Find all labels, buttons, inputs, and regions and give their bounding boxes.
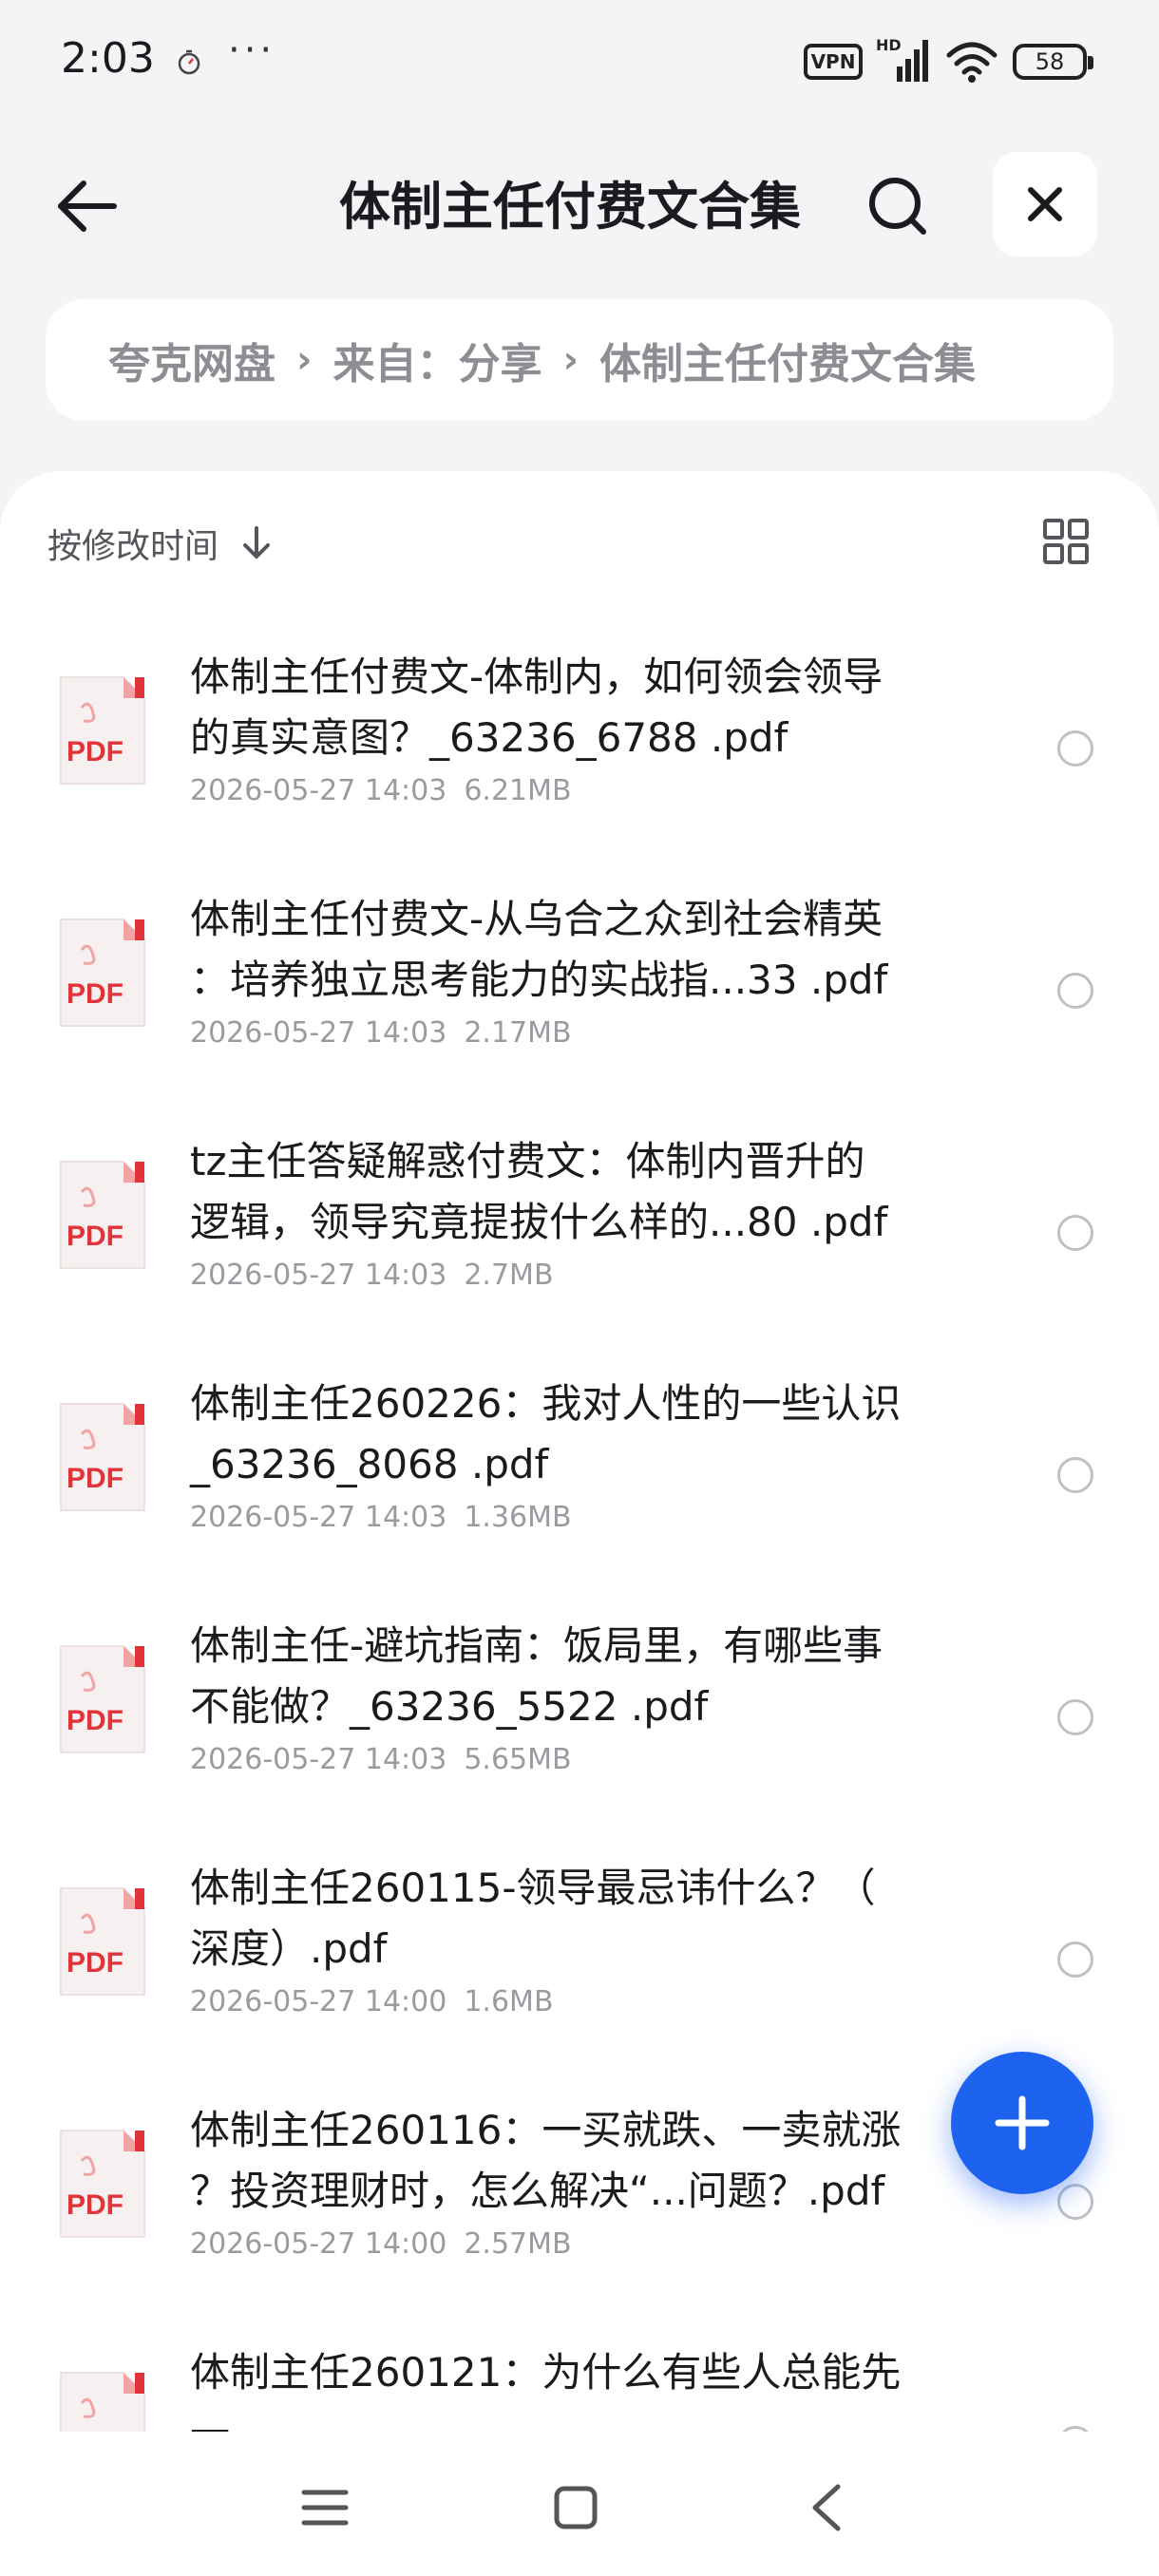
file-size: 5.65MB xyxy=(464,1743,572,1776)
signal-icon xyxy=(897,40,928,82)
pdf-label: PDF xyxy=(66,1947,124,1979)
file-name: 体制主任260226：我对人性的一些认识 _63236_8068 .pdf xyxy=(190,1380,902,1487)
breadcrumb-separator: › xyxy=(296,338,313,382)
page-title: 体制主任付费文合集 xyxy=(339,177,801,237)
file-size: 6.21MB xyxy=(464,774,572,807)
file-meta: 2026-05-27 14:00 2.57MB xyxy=(190,2227,572,2261)
back-button[interactable] xyxy=(44,163,129,249)
back-arrow-icon xyxy=(58,180,117,232)
file-meta: 2026-05-27 14:03 2.7MB xyxy=(190,1259,554,1292)
pdf-file-icon: PDF xyxy=(60,919,145,1027)
sort-button[interactable]: 按修改时间 xyxy=(48,519,274,568)
file-row[interactable]: PDF tz主任答疑解惑付费文：体制内晋升的 逻辑，领导究竟提拔什么样的...80… xyxy=(0,1112,1159,1354)
select-radio[interactable] xyxy=(1057,1457,1093,1493)
nav-menu-button[interactable] xyxy=(296,2479,353,2536)
pdf-file-icon: PDF xyxy=(60,1645,145,1753)
select-radio[interactable] xyxy=(1057,1941,1093,1978)
file-meta: 2026-05-27 14:03 6.21MB xyxy=(190,774,572,807)
file-meta: 2026-05-27 14:03 1.36MB xyxy=(190,1501,572,1534)
select-radio[interactable] xyxy=(1057,1699,1093,1735)
select-radio[interactable] xyxy=(1057,973,1093,1009)
battery-icon: 58 xyxy=(1013,44,1093,80)
nav-back-button[interactable] xyxy=(798,2479,855,2536)
system-nav-bar xyxy=(0,2432,1159,2576)
file-meta: 2026-05-27 14:03 5.65MB xyxy=(190,1743,572,1776)
home-square-icon xyxy=(554,2486,598,2529)
close-icon xyxy=(1028,187,1062,221)
file-size: 2.17MB xyxy=(464,1016,572,1050)
search-button[interactable] xyxy=(855,163,940,249)
more-notifications-icon: ··· xyxy=(228,28,276,72)
file-name: 体制主任付费文-从乌合之众到社会精英 ：培养独立思考能力的实战指...33 .p… xyxy=(190,896,888,1003)
breadcrumb-item-shared[interactable]: 来自：分享 xyxy=(332,330,542,390)
select-radio[interactable] xyxy=(1057,730,1093,767)
pdf-file-icon: PDF xyxy=(60,1161,145,1269)
file-date: 2026-05-27 14:03 xyxy=(190,774,447,807)
grid-view-icon[interactable] xyxy=(1041,517,1091,566)
file-date: 2026-05-27 14:00 xyxy=(190,1985,447,2018)
breadcrumb: 夸克网盘 › 来自：分享 › 体制主任付费文合集 xyxy=(46,299,1113,421)
file-date: 2026-05-27 14:03 xyxy=(190,1016,447,1050)
file-meta: 2026-05-27 14:03 2.17MB xyxy=(190,1016,572,1050)
file-name: 体制主任-避坑指南：饭局里，有哪些事 不能做？_63236_5522 .pdf xyxy=(190,1622,884,1730)
sort-label: 按修改时间 xyxy=(48,527,219,566)
timer-icon xyxy=(178,49,200,75)
file-meta: 2026-05-27 14:00 1.6MB xyxy=(190,1985,554,2018)
breadcrumb-item-root[interactable]: 夸克网盘 xyxy=(108,330,276,390)
select-radio[interactable] xyxy=(1057,2184,1093,2220)
file-date: 2026-05-27 14:00 xyxy=(190,2227,447,2261)
pdf-file-icon: PDF xyxy=(60,676,145,785)
file-row[interactable]: PDF 体制主任-避坑指南：饭局里，有哪些事 不能做？_63236_5522 .p… xyxy=(0,1597,1159,1839)
status-bar: 2:03 ··· VPN HD 58 xyxy=(0,0,1159,128)
pdf-label: PDF xyxy=(66,1463,124,1494)
pdf-file-icon: PDF xyxy=(60,1403,145,1511)
pdf-label: PDF xyxy=(66,2189,124,2221)
file-row[interactable]: PDF 体制主任付费文-体制内，如何领会领导 的真实意图？_63236_6788 … xyxy=(0,628,1159,870)
menu-icon xyxy=(301,2490,349,2526)
select-radio[interactable] xyxy=(1057,1215,1093,1251)
vpn-icon: VPN xyxy=(804,44,863,80)
status-time: 2:03 xyxy=(61,34,155,83)
breadcrumb-item-current: 体制主任付费文合集 xyxy=(598,340,976,388)
add-button[interactable] xyxy=(951,2052,1093,2194)
breadcrumb-separator: › xyxy=(562,338,579,382)
file-list: PDF 体制主任付费文-体制内，如何领会领导 的真实意图？_63236_6788 … xyxy=(0,628,1159,2566)
sort-down-arrow-icon xyxy=(243,526,271,559)
pdf-label: PDF xyxy=(66,1221,124,1252)
chevron-left-icon xyxy=(812,2484,841,2531)
file-date: 2026-05-27 14:03 xyxy=(190,1501,447,1534)
file-name: 体制主任260115-领导最忌讳什么？（ 深度）.pdf xyxy=(190,1865,876,1972)
file-size: 2.57MB xyxy=(464,2227,572,2261)
file-size: 1.6MB xyxy=(464,1985,554,2018)
file-size: 2.7MB xyxy=(464,1259,554,1292)
screen: 2:03 ··· VPN HD 58 体制主任付费文合集 夸克网盘 › 来自：分… xyxy=(0,0,1159,2576)
nav-home-button[interactable] xyxy=(547,2479,604,2536)
file-size: 1.36MB xyxy=(464,1501,572,1534)
file-row[interactable]: PDF 体制主任260226：我对人性的一些认识 _63236_8068 .pdf… xyxy=(0,1354,1159,1597)
pdf-file-icon: PDF xyxy=(60,2130,145,2238)
file-name: tz主任答疑解惑付费文：体制内晋升的 逻辑，领导究竟提拔什么样的...80 .p… xyxy=(190,1138,888,1245)
pdf-label: PDF xyxy=(66,736,124,767)
file-name: 体制主任260116：一买就跌、一卖就涨 ？投资理财时，怎么解决“...问题？.… xyxy=(190,2107,902,2214)
wifi-icon xyxy=(946,42,998,83)
pdf-file-icon: PDF xyxy=(60,1887,145,1996)
pdf-label: PDF xyxy=(66,1705,124,1736)
search-icon xyxy=(869,178,926,235)
close-button[interactable] xyxy=(993,152,1097,256)
pdf-label: PDF xyxy=(66,978,124,1010)
plus-icon xyxy=(995,2095,1050,2150)
file-date: 2026-05-27 14:03 xyxy=(190,1259,447,1292)
file-name: 体制主任付费文-体制内，如何领会领导 的真实意图？_63236_6788 .pd… xyxy=(190,653,884,761)
file-row[interactable]: PDF 体制主任付费文-从乌合之众到社会精英 ：培养独立思考能力的实战指...33… xyxy=(0,870,1159,1112)
file-date: 2026-05-27 14:03 xyxy=(190,1743,447,1776)
file-row[interactable]: PDF 体制主任260115-领导最忌讳什么？（ 深度）.pdf 2026-05-2… xyxy=(0,1839,1159,2081)
